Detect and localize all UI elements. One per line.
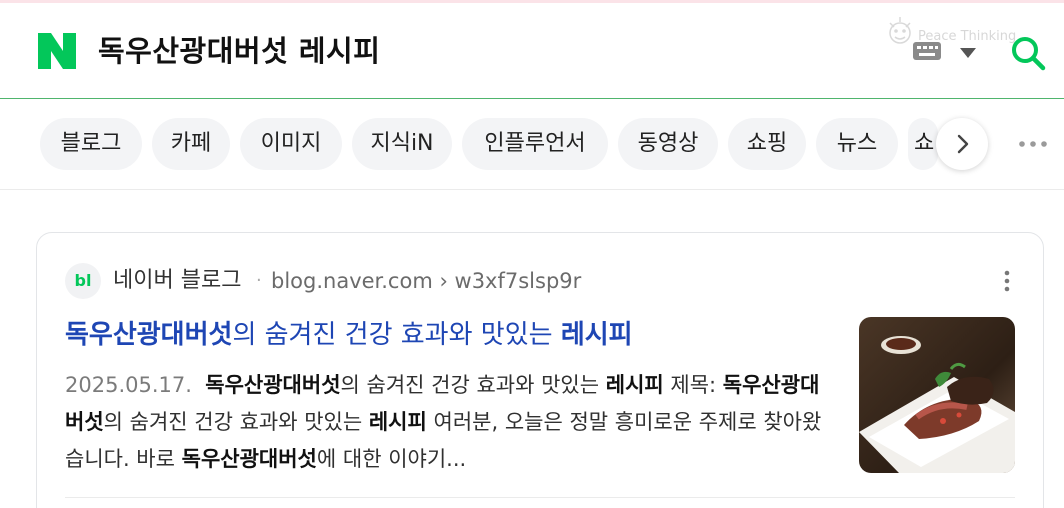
post-date: 2025.05.17. [65,373,192,397]
title-highlight: 레시피 [560,320,633,350]
desc-highlight: 독우산광대버섯 [205,373,341,397]
more-vertical-icon[interactable] [1003,269,1011,293]
search-query[interactable]: 독우산광대버섯 레시피 [98,29,380,73]
desc-text: 의 숨겨진 건강 효과와 맛있는 [103,410,369,434]
result-thumbnail-image[interactable] [859,317,1015,473]
title-highlight: 독우산광대버섯 [65,320,233,350]
more-horizontal-icon[interactable] [1016,136,1050,152]
desc-highlight: 독우산광대버섯 [181,447,317,471]
result-card: bl 네이버 블로그 · blog.naver.com › w3xf7slsp9… [36,232,1044,508]
chevron-right-icon [957,134,969,154]
desc-text: 에 대한 이야기... [316,447,467,471]
result-title-link[interactable]: 독우산광대버섯의 숨겨진 건강 효과와 맛있는 레시피 [65,317,633,353]
tab-images[interactable]: 이미지 [240,118,342,170]
desc-highlight: 레시피 [605,373,664,397]
tabs-next-button[interactable] [936,118,988,170]
tab-blog[interactable]: 블로그 [40,118,142,170]
search-header: 독우산광대버섯 레시피 Peace Thinking [0,3,1064,99]
desc-text: 제목: [663,373,723,397]
result-description: 2025.05.17. 독우산광대버섯의 숨겨진 건강 효과와 맛있는 레시피 … [65,367,835,478]
tab-news[interactable]: 뉴스 [816,118,898,170]
search-tabs: 블로그 카페 이미지 지식iN 인플루언서 동영상 쇼핑 뉴스 쇼 [0,100,1064,190]
tab-video[interactable]: 동영상 [618,118,718,170]
tab-shopping[interactable]: 쇼핑 [728,118,806,170]
source-separator: · [256,270,262,291]
tab-partial[interactable]: 쇼 [908,118,938,170]
desc-highlight: 레시피 [368,410,427,434]
card-divider [65,497,1015,498]
source-name[interactable]: 네이버 블로그 [113,266,241,296]
title-text: 의 숨겨진 건강 효과와 맛있는 [232,320,561,350]
blog-source-icon[interactable]: bl [65,263,101,299]
tab-influencer[interactable]: 인플루언서 [462,118,608,170]
keyboard-icon[interactable] [912,41,942,61]
chevron-down-icon[interactable] [958,47,978,59]
naver-logo-icon[interactable] [38,33,76,69]
source-url[interactable]: blog.naver.com › w3xf7slsp9r [271,266,581,296]
tab-cafe[interactable]: 카페 [152,118,230,170]
tab-knowledge-in[interactable]: 지식iN [352,118,452,170]
search-icon[interactable] [1008,33,1048,73]
desc-text: 의 숨겨진 건강 효과와 맛있는 [340,373,606,397]
